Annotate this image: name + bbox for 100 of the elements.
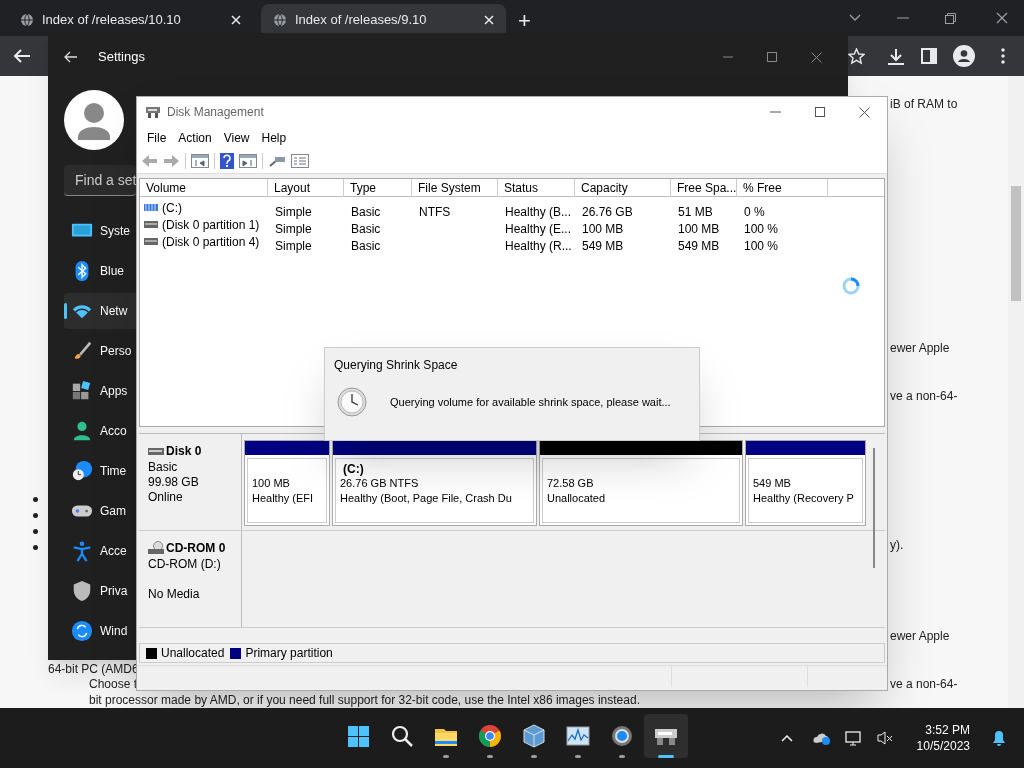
side-panel-icon[interactable] (921, 48, 937, 64)
table-cell: 26.76 GB (582, 205, 633, 219)
cloud-info-icon[interactable] (812, 731, 831, 745)
partition-block[interactable]: 549 MB Healthy (Recovery P (745, 440, 866, 526)
download-icon[interactable] (887, 47, 905, 65)
nav-item[interactable]: Syste (64, 213, 136, 249)
menu-item[interactable]: File (141, 129, 173, 147)
page-text: iB of RAM to (890, 97, 958, 111)
taskbar-app-button[interactable] (644, 714, 688, 758)
menu-item[interactable]: Help (255, 129, 293, 147)
clock[interactable]: 3:52 PM 10/5/2023 (916, 722, 970, 754)
chevron-up-icon[interactable] (780, 734, 793, 742)
table-cell: 100 % (744, 222, 779, 236)
partition-status: Unallocated (547, 491, 607, 506)
table-cell-text: (C:) (162, 199, 182, 217)
page-text: y). (890, 538, 904, 552)
speaker-muted-icon[interactable] (876, 730, 893, 746)
new-tab-button[interactable]: + (518, 10, 531, 32)
partition-size: 100 MB (252, 476, 291, 491)
partition-block[interactable]: (C:) 26.76 GB NTFS Healthy (Boot, Page File, Crash Du (332, 440, 537, 526)
close-icon[interactable] (996, 12, 1008, 24)
performance-chart-icon (566, 724, 590, 748)
nav-item[interactable]: Acco (64, 413, 136, 449)
dialog-message: Querying volume for available shrink space, please wait... (390, 394, 671, 410)
menu-item[interactable]: View (217, 129, 256, 147)
nav-item[interactable]: Netw (64, 293, 136, 329)
bell-icon[interactable] (992, 730, 1006, 746)
partition-size: 549 MB (753, 476, 792, 491)
maximize-icon[interactable] (767, 52, 777, 62)
maximize-icon[interactable] (945, 12, 956, 24)
column-header[interactable]: Volume (140, 179, 268, 197)
start-icon (346, 724, 370, 748)
table-cell: Simple (275, 222, 312, 236)
column-header[interactable]: File System (412, 179, 498, 197)
partition-block[interactable]: 100 MB Healthy (EFI (244, 440, 330, 526)
nav-item[interactable]: Perso (64, 333, 136, 369)
bullet-icon (33, 497, 38, 502)
person-icon (71, 420, 93, 442)
nav-item[interactable]: Apps (64, 373, 136, 409)
bullet-icon (33, 545, 38, 550)
partition-size: 26.76 GB NTFS (340, 476, 420, 491)
column-header[interactable]: Status (498, 179, 575, 197)
cube-icon (522, 724, 546, 748)
action-pane-icon[interactable] (239, 154, 257, 168)
properties-icon[interactable] (291, 154, 309, 168)
disk-name: Disk 0 (166, 443, 202, 460)
nav-item[interactable]: Blue (64, 253, 136, 289)
maximize-icon[interactable] (815, 107, 825, 117)
chrome-icon (478, 724, 502, 748)
partition-block[interactable]: 72.58 GB Unallocated (539, 440, 743, 526)
avatar-icon (64, 90, 124, 150)
close-icon[interactable] (859, 106, 870, 118)
table-cell: 549 MB (678, 239, 720, 253)
table-cell: Basic (351, 205, 381, 219)
nav-item[interactable]: Priva (64, 573, 136, 609)
volume-icon (144, 238, 158, 245)
partition-size: 72.58 GB (547, 476, 595, 491)
more-menu-icon[interactable] (1001, 48, 1005, 64)
table-cell: Healthy (B... (505, 205, 572, 219)
column-header[interactable]: Free Spa... (671, 179, 737, 197)
bullet-icon (33, 529, 38, 534)
nav-item[interactable]: Gam (64, 493, 136, 529)
nav-item[interactable]: Acce (64, 533, 136, 569)
nav-item[interactable]: Wind (64, 613, 136, 649)
connect-drive-icon[interactable] (268, 154, 286, 168)
scrollbar[interactable] (873, 448, 875, 568)
console-tree-icon[interactable] (191, 154, 209, 168)
disk-name: CD-ROM 0 (166, 540, 226, 557)
star-icon[interactable] (848, 47, 865, 65)
window-title: Disk Management (167, 104, 264, 121)
monitor-icon[interactable] (844, 730, 863, 746)
gear-icon (610, 724, 634, 748)
back-arrow-icon[interactable] (13, 48, 31, 64)
column-header[interactable]: % Free (737, 179, 828, 197)
table-cell: Healthy (R... (505, 239, 572, 253)
apps-icon (71, 380, 93, 402)
back-arrow-icon[interactable] (64, 51, 78, 63)
table-cell: 100 MB (678, 222, 720, 236)
disk-info: Online (148, 490, 184, 505)
partition-label: (C:) (342, 462, 365, 476)
help-icon[interactable] (220, 153, 234, 169)
profile-icon[interactable] (953, 45, 975, 67)
busy-cursor-icon (841, 276, 861, 296)
bullet-icon (33, 513, 38, 518)
menu-item[interactable]: Action (172, 129, 218, 147)
chevron-down-icon[interactable] (849, 14, 861, 22)
column-header[interactable]: Capacity (575, 179, 671, 197)
table-cell: NTFS (419, 205, 451, 219)
column-header[interactable]: Layout (268, 179, 344, 197)
table-cell: Simple (275, 239, 312, 253)
page-text: ve a non-64- (890, 677, 958, 691)
nav-item[interactable]: Time (64, 453, 136, 489)
search-field[interactable]: Find a set (64, 165, 136, 196)
scrollbar[interactable] (1008, 76, 1024, 708)
legend-label: Primary partition (245, 645, 333, 662)
browser-tab[interactable]: Index of /releases/9.10 (261, 4, 506, 36)
table-cell: Basic (351, 222, 381, 236)
partition-status: Healthy (Recovery P (753, 491, 855, 506)
table-cell: 549 MB (582, 239, 624, 253)
column-header[interactable]: Type (344, 179, 412, 197)
